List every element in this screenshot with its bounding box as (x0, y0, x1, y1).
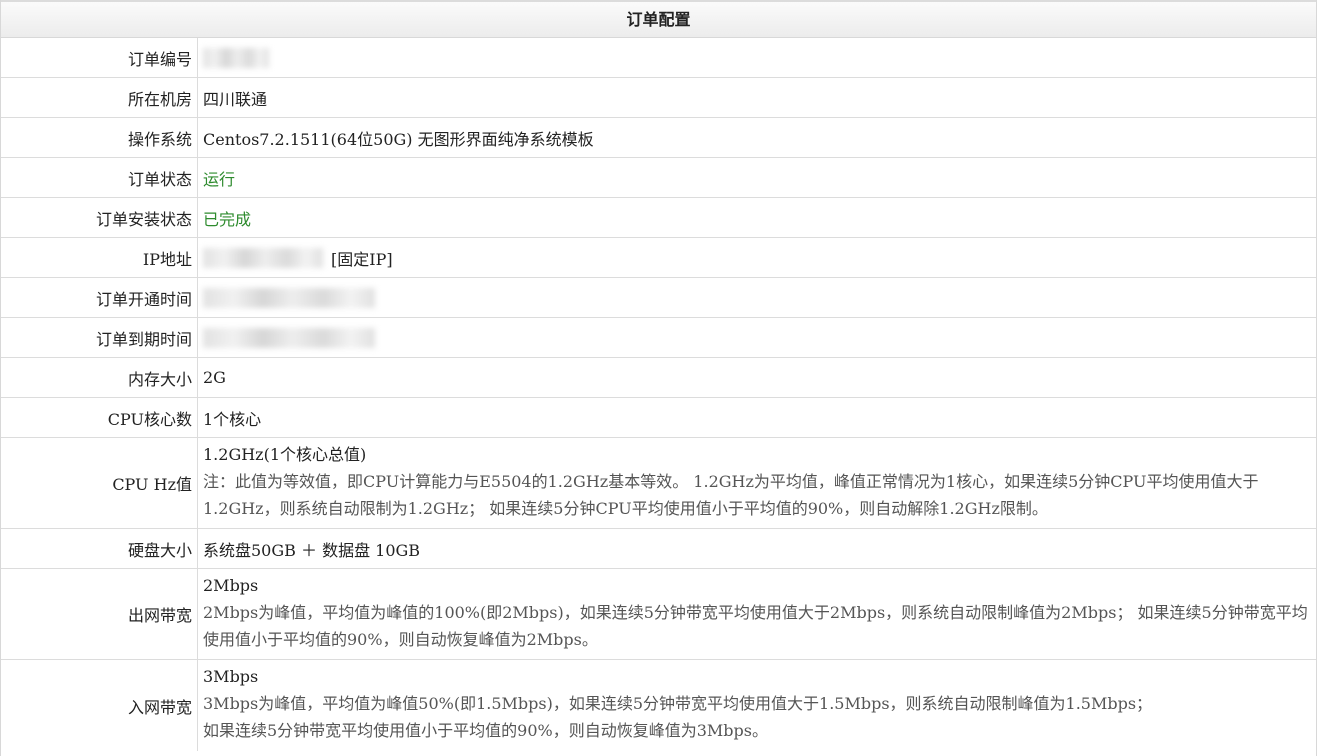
table-header: 订单配置 (1, 0, 1316, 38)
value-bw-in: 3Mbps 3Mbps为峰值，平均值为峰值50%(即1.5Mbps)，如果连续5… (198, 660, 1316, 751)
label-bw-in: 入网带宽 (1, 660, 198, 751)
row-cpu-cores: CPU核心数 1个核心 (1, 398, 1316, 438)
row-memory: 内存大小 2G (1, 358, 1316, 398)
row-install-status: 订单安装状态 已完成 (1, 198, 1316, 238)
bw-out-value: 2Mbps (203, 576, 259, 595)
row-ip: IP地址 [固定IP] (1, 238, 1316, 278)
label-install-status: 订单安装状态 (1, 198, 198, 237)
row-expire-time: 订单到期时间 (1, 318, 1316, 358)
value-cpu-hz: 1.2GHz(1个核心总值) 注：此值为等效值，即CPU计算能力与E5504的1… (198, 438, 1316, 528)
table-title: 订单配置 (626, 10, 691, 29)
bw-in-value: 3Mbps (203, 667, 259, 686)
value-bw-out: 2Mbps 2Mbps为峰值，平均值为峰值的100%(即2Mbps)，如果连续5… (198, 569, 1316, 659)
value-os: Centos7.2.1511(64位50G) 无图形界面纯净系统模板 (203, 129, 594, 149)
redacted-order-no (203, 47, 269, 68)
value-order-no (198, 38, 1316, 77)
label-order-no: 订单编号 (1, 38, 198, 77)
label-ip: IP地址 (1, 238, 198, 277)
label-os: 操作系统 (1, 118, 198, 157)
row-room: 所在机房 四川联通 (1, 78, 1316, 118)
cpu-hz-note: 注：此值为等效值，即CPU计算能力与E5504的1.2GHz基本等效。 1.2G… (203, 472, 1259, 518)
ip-type-tag: [固定IP] (331, 249, 393, 269)
value-disk: 系统盘50GB ＋ 数据盘 10GB (203, 540, 421, 560)
row-os: 操作系统 Centos7.2.1511(64位50G) 无图形界面纯净系统模板 (1, 118, 1316, 158)
order-config-table: 订单配置 订单编号 所在机房 四川联通 操作系统 Centos7.2.1511(… (0, 0, 1317, 756)
redacted-ip (203, 247, 323, 268)
redacted-open-time (203, 287, 375, 308)
label-status: 订单状态 (1, 158, 198, 197)
redacted-expire-time (203, 327, 375, 348)
value-room: 四川联通 (203, 89, 268, 109)
row-disk: 硬盘大小 系统盘50GB ＋ 数据盘 10GB (1, 529, 1316, 569)
row-open-time: 订单开通时间 (1, 278, 1316, 318)
cpu-hz-value: 1.2GHz(1个核心总值) (203, 445, 367, 464)
row-cpu-hz: CPU Hz值 1.2GHz(1个核心总值) 注：此值为等效值，即CPU计算能力… (1, 438, 1316, 529)
label-disk: 硬盘大小 (1, 529, 198, 568)
value-cpu-cores: 1个核心 (203, 409, 262, 429)
row-status: 订单状态 运行 (1, 158, 1316, 198)
row-order-no: 订单编号 (1, 38, 1316, 78)
row-bw-out: 出网带宽 2Mbps 2Mbps为峰值，平均值为峰值的100%(即2Mbps)，… (1, 569, 1316, 660)
bw-in-note-1: 3Mbps为峰值，平均值为峰值50%(即1.5Mbps)，如果连续5分钟带宽平均… (203, 694, 1153, 713)
label-cpu-hz: CPU Hz值 (1, 438, 198, 528)
bw-out-note: 2Mbps为峰值，平均值为峰值的100%(即2Mbps)，如果连续5分钟带宽平均… (203, 603, 1308, 649)
label-room: 所在机房 (1, 78, 198, 117)
value-ip: [固定IP] (198, 238, 1316, 277)
row-bw-in: 入网带宽 3Mbps 3Mbps为峰值，平均值为峰值50%(即1.5Mbps)，… (1, 660, 1316, 751)
label-open-time: 订单开通时间 (1, 278, 198, 317)
label-expire-time: 订单到期时间 (1, 318, 198, 357)
value-open-time (198, 278, 1316, 317)
bw-in-note-2: 如果连续5分钟带宽平均使用值小于平均值的90%，则自动恢复峰值为3Mbps。 (203, 721, 769, 740)
value-expire-time (198, 318, 1316, 357)
install-status-badge: 已完成 (203, 209, 252, 229)
label-cpu-cores: CPU核心数 (1, 398, 198, 437)
label-bw-out: 出网带宽 (1, 569, 198, 659)
label-memory: 内存大小 (1, 358, 198, 397)
status-badge: 运行 (203, 169, 236, 189)
value-memory: 2G (203, 368, 226, 387)
